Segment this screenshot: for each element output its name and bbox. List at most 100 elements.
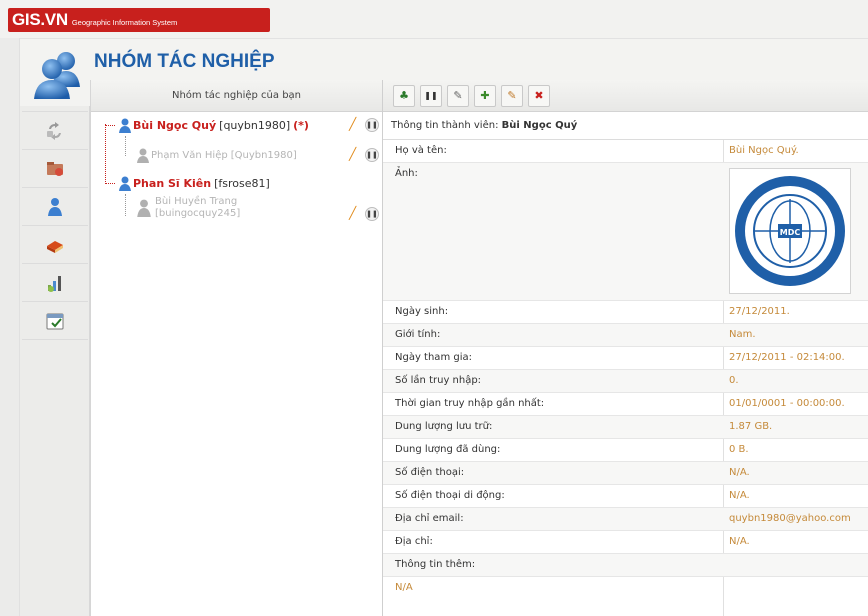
user-icon (48, 197, 62, 216)
member-name: Phạm Văn Hiệp (151, 149, 228, 161)
member-photo: MDC (729, 168, 851, 294)
toolbar-edit-member[interactable]: ✎ (501, 84, 523, 107)
nav-book[interactable] (22, 226, 88, 264)
chart-icon (48, 275, 61, 292)
pause-icon[interactable]: ❚❚ (365, 118, 379, 132)
row-value: N/A. (729, 490, 750, 501)
brand-subtitle: Geographic Information System (71, 17, 178, 27)
tree-member-node[interactable]: Phạm Văn Hiệp [Quybn1980] ╱ ❚❚ (135, 146, 381, 164)
toolbar-add-member[interactable]: ✚ (474, 84, 496, 107)
toolbar-pause[interactable]: ❚❚ (420, 84, 442, 107)
edit-pencil-icon[interactable]: ╱ (349, 117, 356, 131)
row-label: Giới tính: (395, 329, 441, 340)
row-label: Họ và tên: (395, 145, 447, 156)
row-label: Số lần truy nhập: (395, 375, 482, 386)
calendar-check-icon (46, 313, 64, 329)
row-value: 01/01/0001 - 00:00:00. (729, 398, 845, 409)
toolbar-remove-member[interactable]: ✖ (528, 84, 550, 107)
member-name: Phan Sĩ Kiên (133, 176, 212, 190)
row-label: Địa chỉ email: (395, 513, 464, 524)
brand-name: GIS.VN (12, 10, 68, 29)
row-label: Ảnh: (395, 168, 418, 179)
row-value: Nam. (729, 329, 756, 340)
row-label: Địa chỉ: (395, 536, 433, 547)
detail-row: Ngày tham gia: 27/12/2011 - 02:14:00. (383, 347, 868, 370)
book-icon (47, 240, 63, 253)
recycle-icon (47, 121, 61, 140)
toolbar-edit[interactable]: ✎ (447, 84, 469, 107)
detail-row: Địa chỉ: N/A. (383, 531, 868, 554)
tree-member-node[interactable]: Phan Sĩ Kiên [fsrose81] (117, 174, 381, 192)
left-strip (0, 38, 20, 616)
member-name: Bùi Huyền Trang (155, 196, 238, 207)
row-label: Thời gian truy nhập gần nhất: (395, 398, 545, 409)
row-value: Bùi Ngọc Quý. (729, 145, 799, 156)
info-label: Thông tin thành viên: (391, 120, 499, 131)
tree-line (105, 124, 106, 184)
remove-member-icon: ✖ (534, 89, 544, 102)
member-name: Bùi Ngọc Quý (133, 118, 217, 132)
tree-header: Nhóm tác nghiệp của bạn (91, 80, 382, 112)
user-icon (119, 176, 131, 191)
user-icon (119, 118, 131, 133)
member-detail-panel: ♣ ❚❚ ✎ ✚ ✎ ✖ Thông tin thành viên: Bùi N… (382, 80, 868, 616)
row-label: Dung lượng lưu trữ: (395, 421, 493, 432)
tree-member-node[interactable]: Bùi Ngọc Quý [quybn1980] (*) ╱ ❚❚ (117, 116, 381, 134)
detail-row: Thông tin thêm: (383, 554, 868, 577)
detail-row: Số điện thoại di động: N/A. (383, 485, 868, 508)
row-value: 0. (729, 375, 739, 386)
add-member-icon: ✚ (480, 89, 490, 102)
row-label: Số điện thoại: (395, 467, 465, 478)
toolbar-add-user[interactable]: ♣ (393, 84, 415, 107)
row-label: Số điện thoại di động: (395, 490, 505, 501)
nav-folder[interactable] (22, 150, 88, 188)
tree-line (125, 194, 126, 216)
row-value: N/A (395, 582, 413, 593)
member-account: [quybn1980] (219, 118, 291, 132)
edit-pencil-icon[interactable]: ╱ (349, 147, 356, 161)
brand-logo[interactable]: GIS.VN Geographic Information System (8, 8, 270, 32)
pause-icon: ❚❚ (424, 91, 438, 100)
row-value: 27/12/2011. (729, 306, 790, 317)
detail-toolbar: ♣ ❚❚ ✎ ✚ ✎ ✖ (383, 80, 868, 112)
pause-icon[interactable]: ❚❚ (365, 148, 379, 162)
edit-icon: ✎ (453, 89, 463, 102)
pause-icon[interactable]: ❚❚ (365, 207, 379, 221)
row-value: N/A. (729, 536, 750, 547)
row-label: Dung lượng đã dùng: (395, 444, 501, 455)
tree-member-node[interactable]: Bùi Huyền Trang [buingocquy245] ╱ ❚❚ (135, 196, 381, 226)
detail-row: Thời gian truy nhập gần nhất: 01/01/0001 … (383, 393, 868, 416)
detail-row: Số lần truy nhập: 0. (383, 370, 868, 393)
group-tree-panel: Nhóm tác nghiệp của bạn Bùi Ngọc Quý [qu… (90, 80, 382, 616)
user-icon (137, 148, 149, 163)
row-value: 0 B. (729, 444, 749, 455)
nav-chart[interactable] (22, 264, 88, 302)
edit-member-icon: ✎ (507, 89, 517, 102)
left-nav (20, 106, 90, 616)
nav-user[interactable] (22, 188, 88, 226)
detail-row: Ngày sinh: 27/12/2011. (383, 301, 868, 324)
university-seal-icon: MDC (735, 176, 845, 286)
info-member-name: Bùi Ngọc Quý (501, 120, 578, 131)
folder-icon (47, 161, 63, 176)
detail-row: Dung lượng đã dùng: 0 B. (383, 439, 868, 462)
row-value email-link[interactable]: quybn1980@yahoo.com (729, 513, 851, 524)
nav-recycle[interactable] (22, 112, 88, 150)
tree-line (105, 125, 115, 126)
member-account: [buingocquy245] (155, 208, 241, 219)
nav-calendar[interactable] (22, 302, 88, 340)
detail-row: N/A (383, 577, 868, 600)
row-label: Thông tin thêm: (395, 559, 476, 570)
add-user-icon: ♣ (399, 89, 409, 102)
member-account: [Quybn1980] (230, 149, 297, 161)
detail-row: Dung lượng lưu trữ: 1.87 GB. (383, 416, 868, 439)
user-icon (137, 199, 151, 217)
detail-row: Số điện thoại: N/A. (383, 462, 868, 485)
row-value: N/A. (729, 467, 750, 478)
edit-pencil-icon[interactable]: ╱ (349, 206, 356, 220)
users-group-icon (34, 52, 80, 99)
row-value: 1.87 GB. (729, 421, 773, 432)
member-info-header: Thông tin thành viên: Bùi Ngọc Quý (383, 112, 868, 140)
row-label: Ngày tham gia: (395, 352, 472, 363)
page-title: NHÓM TÁC NGHIỆP (94, 51, 275, 72)
